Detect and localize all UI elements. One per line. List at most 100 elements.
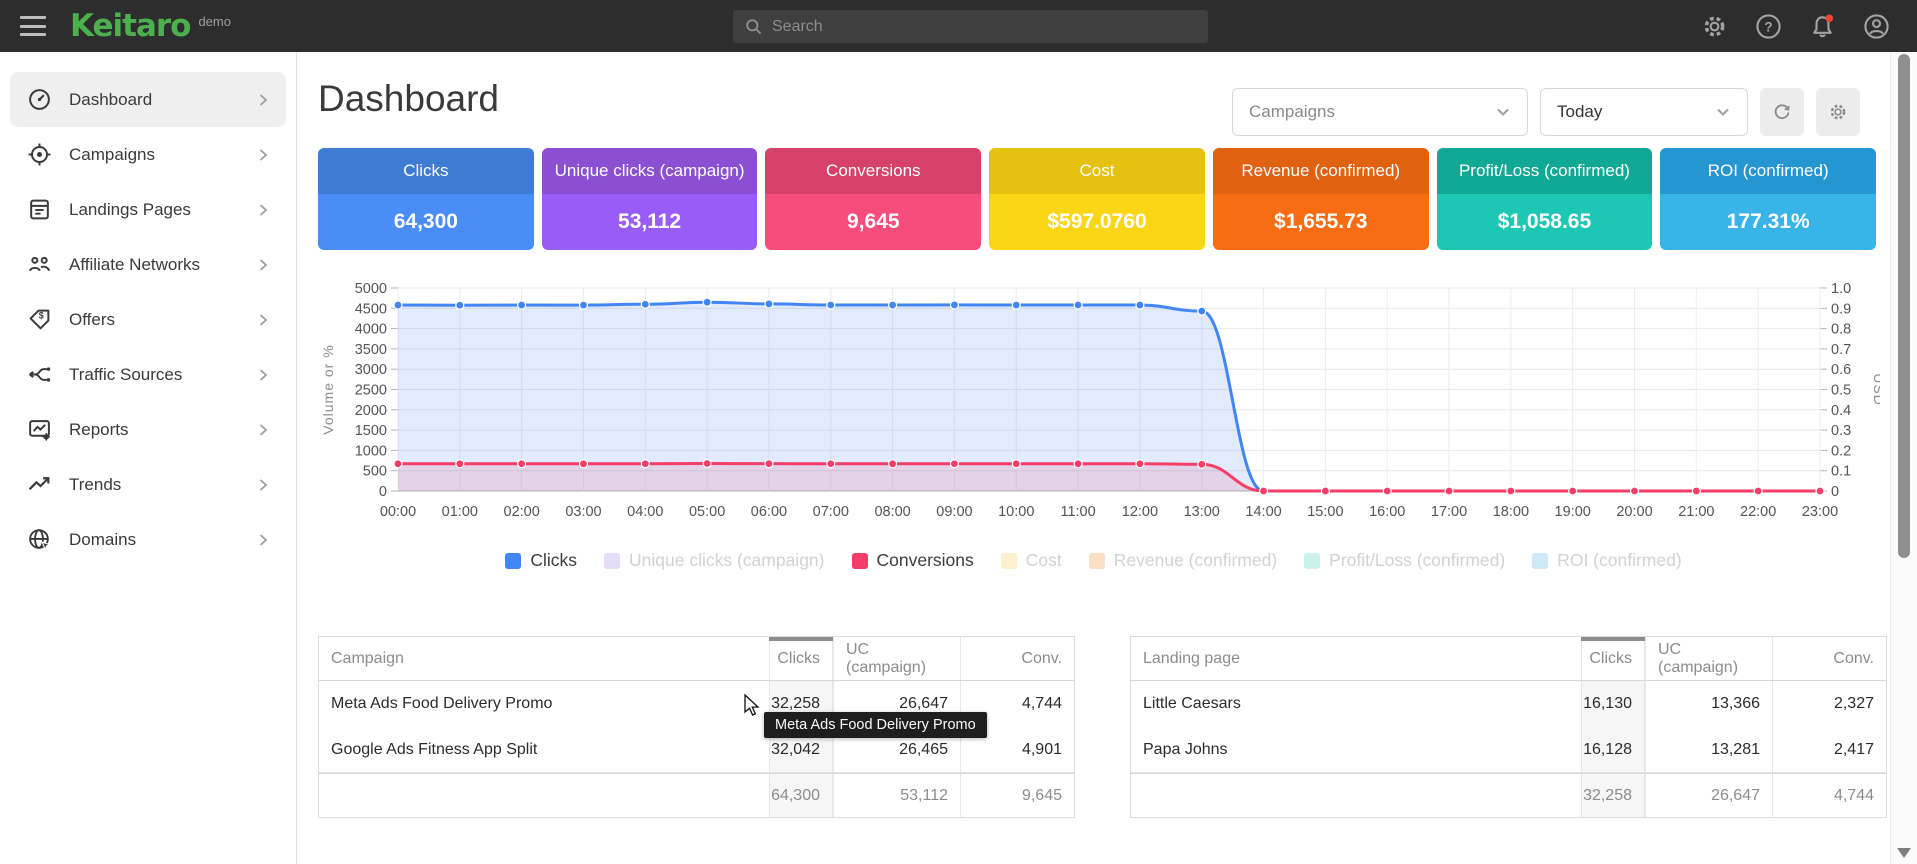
svg-text:04:00: 04:00 bbox=[627, 504, 663, 520]
chevron-right-icon bbox=[256, 258, 270, 272]
table-header-clicks[interactable]: Clicks bbox=[1581, 637, 1645, 680]
legend-item[interactable]: Clicks bbox=[505, 550, 577, 571]
chevron-right-icon bbox=[256, 368, 270, 382]
metric-card[interactable]: Unique clicks (campaign) 53,112 bbox=[542, 148, 758, 250]
svg-text:0.2: 0.2 bbox=[1831, 443, 1851, 459]
dashboard-settings-button[interactable] bbox=[1816, 88, 1860, 136]
date-range-select[interactable]: Today bbox=[1540, 88, 1748, 136]
sidebar-item-domains[interactable]: Domains bbox=[10, 512, 286, 567]
total-clicks: 64,300 bbox=[769, 774, 833, 817]
sidebar-item-reports[interactable]: Reports bbox=[10, 402, 286, 457]
sidebar-item-traffic-sources[interactable]: Traffic Sources bbox=[10, 347, 286, 402]
help-icon[interactable]: ? bbox=[1754, 12, 1782, 40]
metric-card-label: Profit/Loss (confirmed) bbox=[1437, 148, 1653, 194]
table-header-uc[interactable]: UC (campaign) bbox=[1645, 637, 1772, 680]
table-header-row: Campaign Clicks UC (campaign) Conv. bbox=[319, 637, 1074, 681]
metric-card-label: ROI (confirmed) bbox=[1660, 148, 1876, 194]
legend-item[interactable]: ROI (confirmed) bbox=[1532, 550, 1681, 571]
account-icon[interactable] bbox=[1862, 12, 1890, 40]
chevron-right-icon bbox=[256, 313, 270, 327]
legend-item[interactable]: Conversions bbox=[852, 550, 974, 571]
table-header-name[interactable]: Campaign bbox=[319, 637, 769, 680]
sidebar-item-trends[interactable]: Trends bbox=[10, 457, 286, 512]
table-header-conv[interactable]: Conv. bbox=[960, 637, 1074, 680]
metric-card-value: 9,645 bbox=[765, 194, 981, 250]
svg-text:07:00: 07:00 bbox=[813, 504, 849, 520]
legend-item[interactable]: Cost bbox=[1001, 550, 1062, 571]
metric-card-value: $597.0760 bbox=[989, 194, 1205, 250]
sidebar-item-label: Reports bbox=[69, 420, 129, 440]
scroll-down-arrow-icon[interactable] bbox=[1897, 848, 1911, 858]
chevron-right-icon bbox=[256, 533, 270, 547]
settings-icon[interactable] bbox=[1700, 12, 1728, 40]
table-row[interactable]: Papa Johns 16,128 13,281 2,417 bbox=[1131, 727, 1886, 773]
sidebar-item-campaigns[interactable]: Campaigns bbox=[10, 127, 286, 182]
legend-swatch bbox=[604, 553, 620, 569]
sidebar-item-landings-pages[interactable]: Landings Pages bbox=[10, 182, 286, 237]
metric-card[interactable]: ROI (confirmed) 177.31% bbox=[1660, 148, 1876, 250]
svg-text:1000: 1000 bbox=[355, 443, 387, 459]
metric-card-value: 177.31% bbox=[1660, 194, 1876, 250]
main-content: Dashboard Campaigns Today Clicks 64,300 … bbox=[297, 52, 1890, 864]
sort-indicator bbox=[769, 637, 833, 641]
legend-swatch bbox=[1089, 553, 1105, 569]
sidebar-item-offers[interactable]: $ Offers bbox=[10, 292, 286, 347]
table-header-uc[interactable]: UC (campaign) bbox=[833, 637, 960, 680]
legend-item[interactable]: Revenue (confirmed) bbox=[1089, 550, 1277, 571]
chart-legend: Clicks Unique clicks (campaign) Conversi… bbox=[297, 550, 1890, 571]
metric-card-value: $1,058.65 bbox=[1437, 194, 1653, 250]
offers-icon: $ bbox=[26, 307, 52, 333]
table-header-conv[interactable]: Conv. bbox=[1772, 637, 1886, 680]
app-logo[interactable]: Keitaro bbox=[70, 8, 190, 44]
svg-text:5000: 5000 bbox=[355, 281, 387, 297]
metric-card[interactable]: Cost $597.0760 bbox=[989, 148, 1205, 250]
legend-swatch bbox=[1001, 553, 1017, 569]
sidebar-item-label: Dashboard bbox=[69, 90, 152, 110]
metric-card-label: Revenue (confirmed) bbox=[1213, 148, 1429, 194]
svg-text:3500: 3500 bbox=[355, 342, 387, 358]
table-header-name[interactable]: Landing page bbox=[1131, 637, 1581, 680]
svg-text:09:00: 09:00 bbox=[936, 504, 972, 520]
legend-item[interactable]: Profit/Loss (confirmed) bbox=[1304, 550, 1505, 571]
affiliate-networks-icon bbox=[26, 252, 52, 278]
svg-text:03:00: 03:00 bbox=[565, 504, 601, 520]
dashboard-controls: Campaigns Today bbox=[1232, 88, 1860, 136]
refresh-button[interactable] bbox=[1760, 88, 1804, 136]
svg-text:10:00: 10:00 bbox=[998, 504, 1034, 520]
sidebar-item-affiliate-networks[interactable]: Affiliate Networks bbox=[10, 237, 286, 292]
refresh-icon bbox=[1771, 101, 1793, 123]
sidebar-item-label: Landings Pages bbox=[69, 200, 191, 220]
scrollbar-thumb[interactable] bbox=[1898, 54, 1910, 558]
metric-card-value: 64,300 bbox=[318, 194, 534, 250]
metric-card[interactable]: Profit/Loss (confirmed) $1,058.65 bbox=[1437, 148, 1653, 250]
sidebar-item-dashboard[interactable]: Dashboard bbox=[10, 72, 286, 127]
row-name[interactable]: Meta Ads Food Delivery Promo bbox=[319, 681, 769, 727]
svg-text:$: $ bbox=[38, 311, 43, 321]
legend-item[interactable]: Unique clicks (campaign) bbox=[604, 550, 825, 571]
row-name[interactable]: Google Ads Fitness App Split bbox=[319, 727, 769, 772]
svg-text:20:00: 20:00 bbox=[1616, 504, 1652, 520]
chevron-right-icon bbox=[256, 148, 270, 162]
traffic-sources-icon bbox=[26, 362, 52, 388]
summary-tables: Campaign Clicks UC (campaign) Conv. Meta… bbox=[318, 636, 1887, 818]
campaigns-icon bbox=[26, 142, 52, 168]
metric-card[interactable]: Revenue (confirmed) $1,655.73 bbox=[1213, 148, 1429, 250]
global-search[interactable] bbox=[733, 10, 1208, 43]
notifications-icon[interactable] bbox=[1808, 12, 1836, 40]
legend-swatch bbox=[505, 553, 521, 569]
grouping-select[interactable]: Campaigns bbox=[1232, 88, 1528, 136]
svg-text:05:00: 05:00 bbox=[689, 504, 725, 520]
row-hover-tooltip: Meta Ads Food Delivery Promo bbox=[764, 712, 987, 738]
svg-text:USD: USD bbox=[1871, 373, 1880, 406]
search-input[interactable] bbox=[772, 18, 1197, 36]
metric-card[interactable]: Clicks 64,300 bbox=[318, 148, 534, 250]
vertical-scrollbar[interactable] bbox=[1890, 52, 1917, 864]
table-header-clicks[interactable]: Clicks bbox=[769, 637, 833, 680]
menu-toggle-icon[interactable] bbox=[20, 16, 46, 36]
legend-swatch bbox=[852, 553, 868, 569]
table-row[interactable]: Little Caesars 16,130 13,366 2,327 bbox=[1131, 681, 1886, 727]
svg-text:0.8: 0.8 bbox=[1831, 322, 1851, 338]
row-name[interactable]: Papa Johns bbox=[1131, 727, 1581, 772]
metric-card[interactable]: Conversions 9,645 bbox=[765, 148, 981, 250]
row-name[interactable]: Little Caesars bbox=[1131, 681, 1581, 727]
